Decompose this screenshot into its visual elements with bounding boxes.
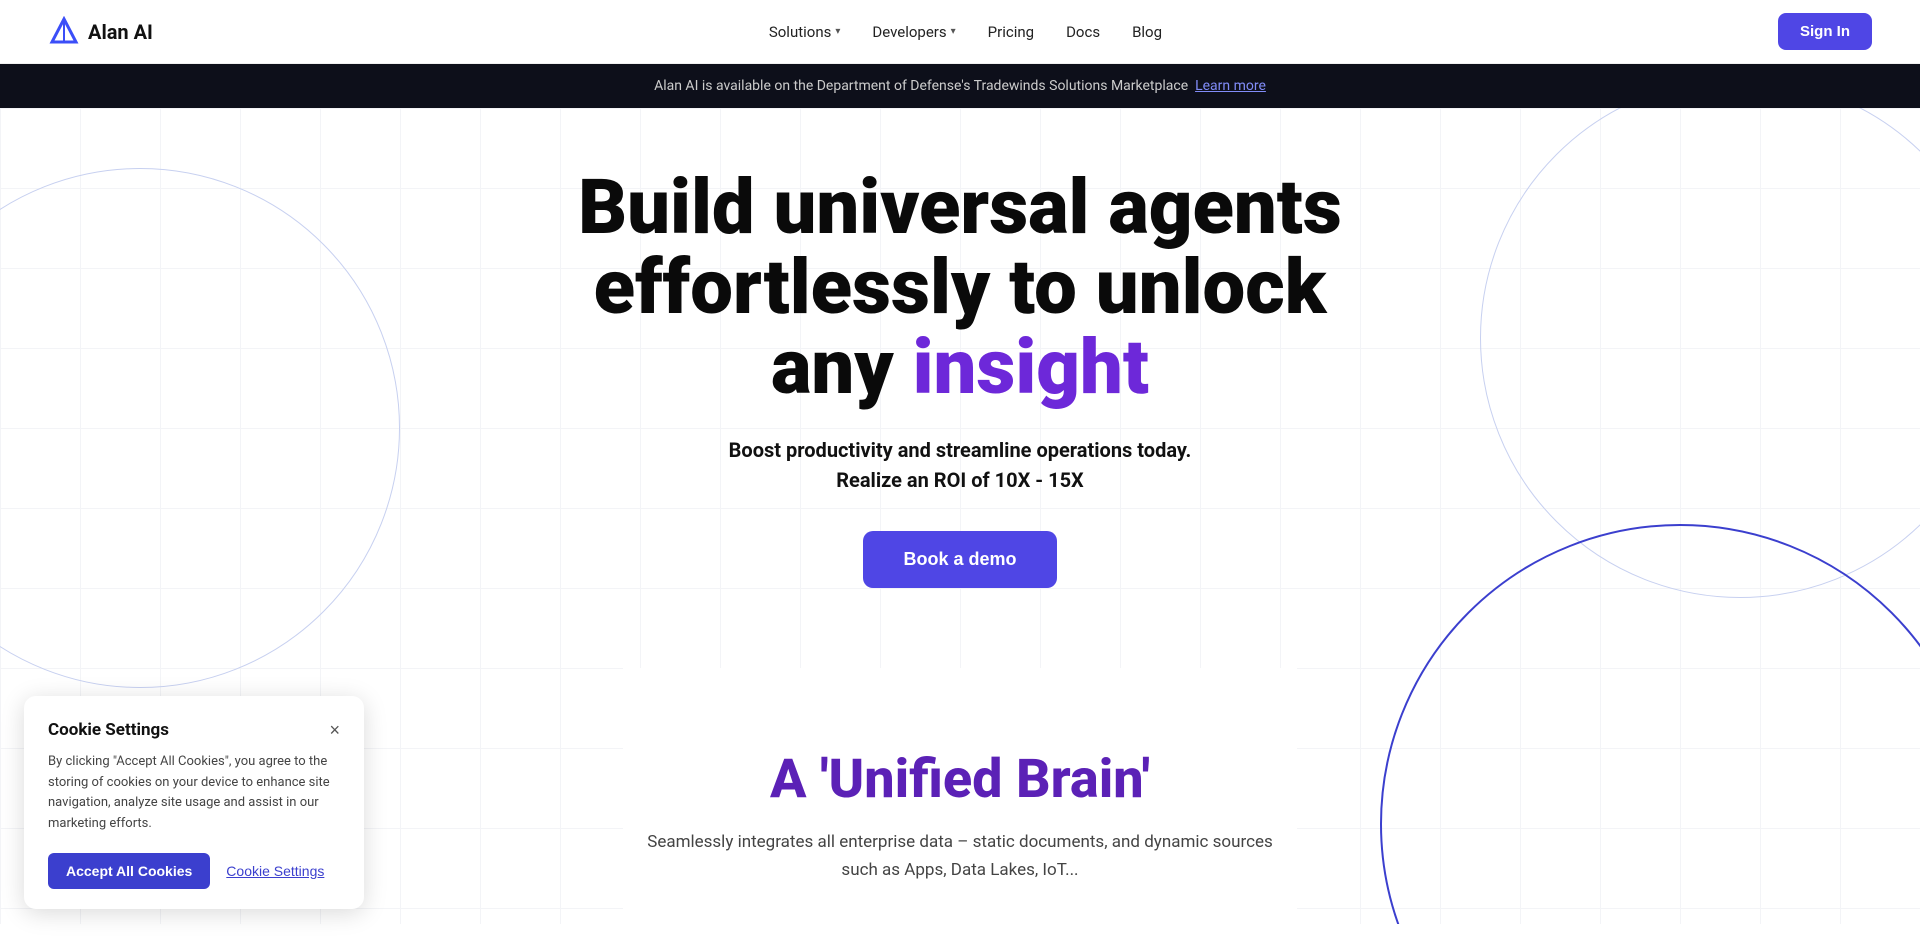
logo-text: Alan AI (88, 20, 153, 44)
unified-brain-heading: A 'Unified Brain' (647, 748, 1273, 811)
hero-content: Build universal agents effortlessly to u… (554, 168, 1366, 588)
cookie-title: Cookie Settings (48, 720, 169, 740)
chevron-down-icon: ▾ (951, 26, 956, 37)
accept-cookies-button[interactable]: Accept All Cookies (48, 853, 210, 889)
nav-docs[interactable]: Docs (1066, 23, 1100, 41)
hero-subtitle: Boost productivity and streamline operat… (578, 435, 1342, 495)
announcement-text: Alan AI is available on the Department o… (654, 78, 1188, 94)
cookie-header: Cookie Settings × (48, 720, 340, 740)
hero-title-line2: effortlessly to unlock (594, 242, 1327, 332)
nav-solutions[interactable]: Solutions ▾ (769, 23, 841, 41)
cookie-close-button[interactable]: × (329, 721, 340, 739)
hero-title: Build universal agents effortlessly to u… (578, 168, 1342, 407)
chevron-down-icon: ▾ (835, 26, 840, 37)
navbar: Alan AI Solutions ▾ Developers ▾ Pricing… (0, 0, 1920, 64)
logo-icon (48, 16, 80, 48)
unified-brain-section: A 'Unified Brain' Seamlessly integrates … (623, 668, 1297, 923)
hero-title-line3-plain: any (771, 322, 894, 412)
book-demo-button[interactable]: Book a demo (863, 531, 1056, 588)
cookie-settings-link[interactable]: Cookie Settings (226, 863, 324, 879)
cookie-actions: Accept All Cookies Cookie Settings (48, 853, 340, 889)
hero-subtitle-line2: Realize an ROI of 10X - 15X (836, 468, 1084, 492)
hero-title-line1: Build universal agents (578, 162, 1342, 252)
nav-links: Solutions ▾ Developers ▾ Pricing Docs Bl… (769, 23, 1162, 41)
cookie-banner: Cookie Settings × By clicking "Accept Al… (24, 696, 364, 909)
logo[interactable]: Alan AI (48, 16, 153, 48)
cookie-body-text: By clicking "Accept All Cookies", you ag… (48, 752, 340, 835)
announcement-link[interactable]: Learn more (1195, 78, 1266, 94)
announcement-bar: Alan AI is available on the Department o… (0, 64, 1920, 108)
unified-brain-description: Seamlessly integrates all enterprise dat… (647, 829, 1273, 883)
hero-title-insight: insight (913, 322, 1149, 412)
signin-button[interactable]: Sign In (1778, 13, 1872, 50)
nav-pricing[interactable]: Pricing (988, 23, 1034, 41)
hero-subtitle-line1: Boost productivity and streamline operat… (729, 438, 1192, 462)
nav-developers[interactable]: Developers ▾ (872, 23, 955, 41)
nav-blog[interactable]: Blog (1132, 23, 1162, 41)
